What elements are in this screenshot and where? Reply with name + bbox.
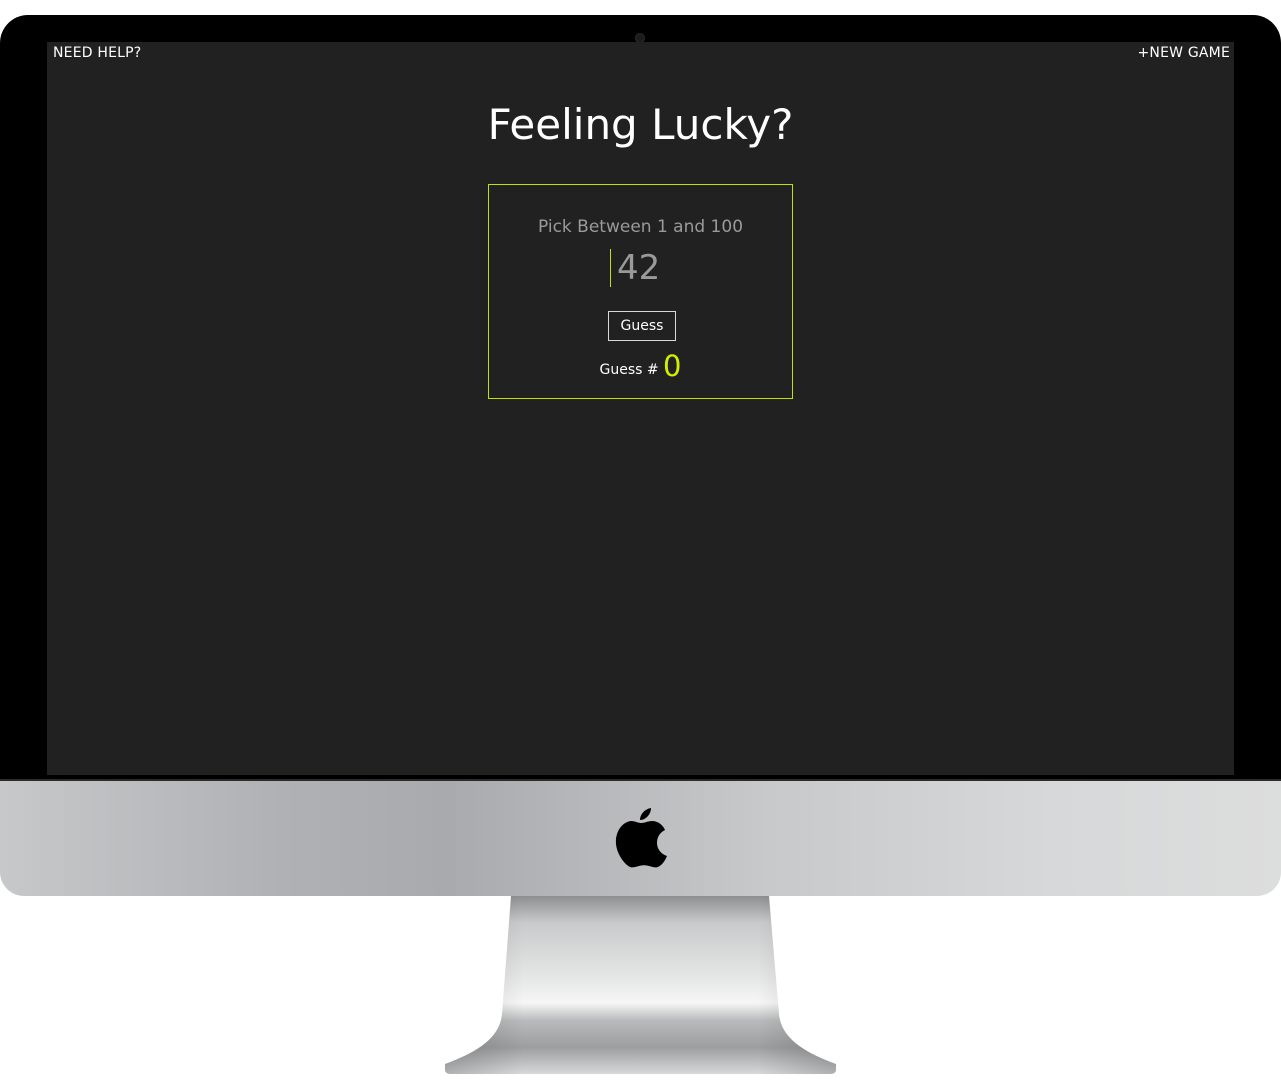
range-prompt: Pick Between 1 and 100	[537, 217, 744, 237]
guess-count-label: Guess #	[599, 362, 659, 378]
monitor-stand	[445, 896, 836, 1074]
guess-counter: Guess # 0	[489, 349, 792, 383]
guess-count-value: 0	[663, 349, 682, 383]
need-help-link[interactable]: NEED HELP?	[53, 45, 141, 61]
imac-frame: NEED HELP? +NEW GAME Feeling Lucky? Pick…	[0, 0, 1281, 1080]
guess-button[interactable]: Guess	[608, 311, 676, 341]
page-title: Feeling Lucky?	[487, 100, 794, 149]
game-panel: Pick Between 1 and 100 Guess Guess # 0	[488, 184, 793, 399]
guess-input[interactable]	[610, 249, 674, 287]
app-screen: NEED HELP? +NEW GAME Feeling Lucky? Pick…	[47, 42, 1234, 775]
apple-logo-icon	[615, 808, 667, 868]
new-game-link[interactable]: +NEW GAME	[1138, 45, 1231, 61]
